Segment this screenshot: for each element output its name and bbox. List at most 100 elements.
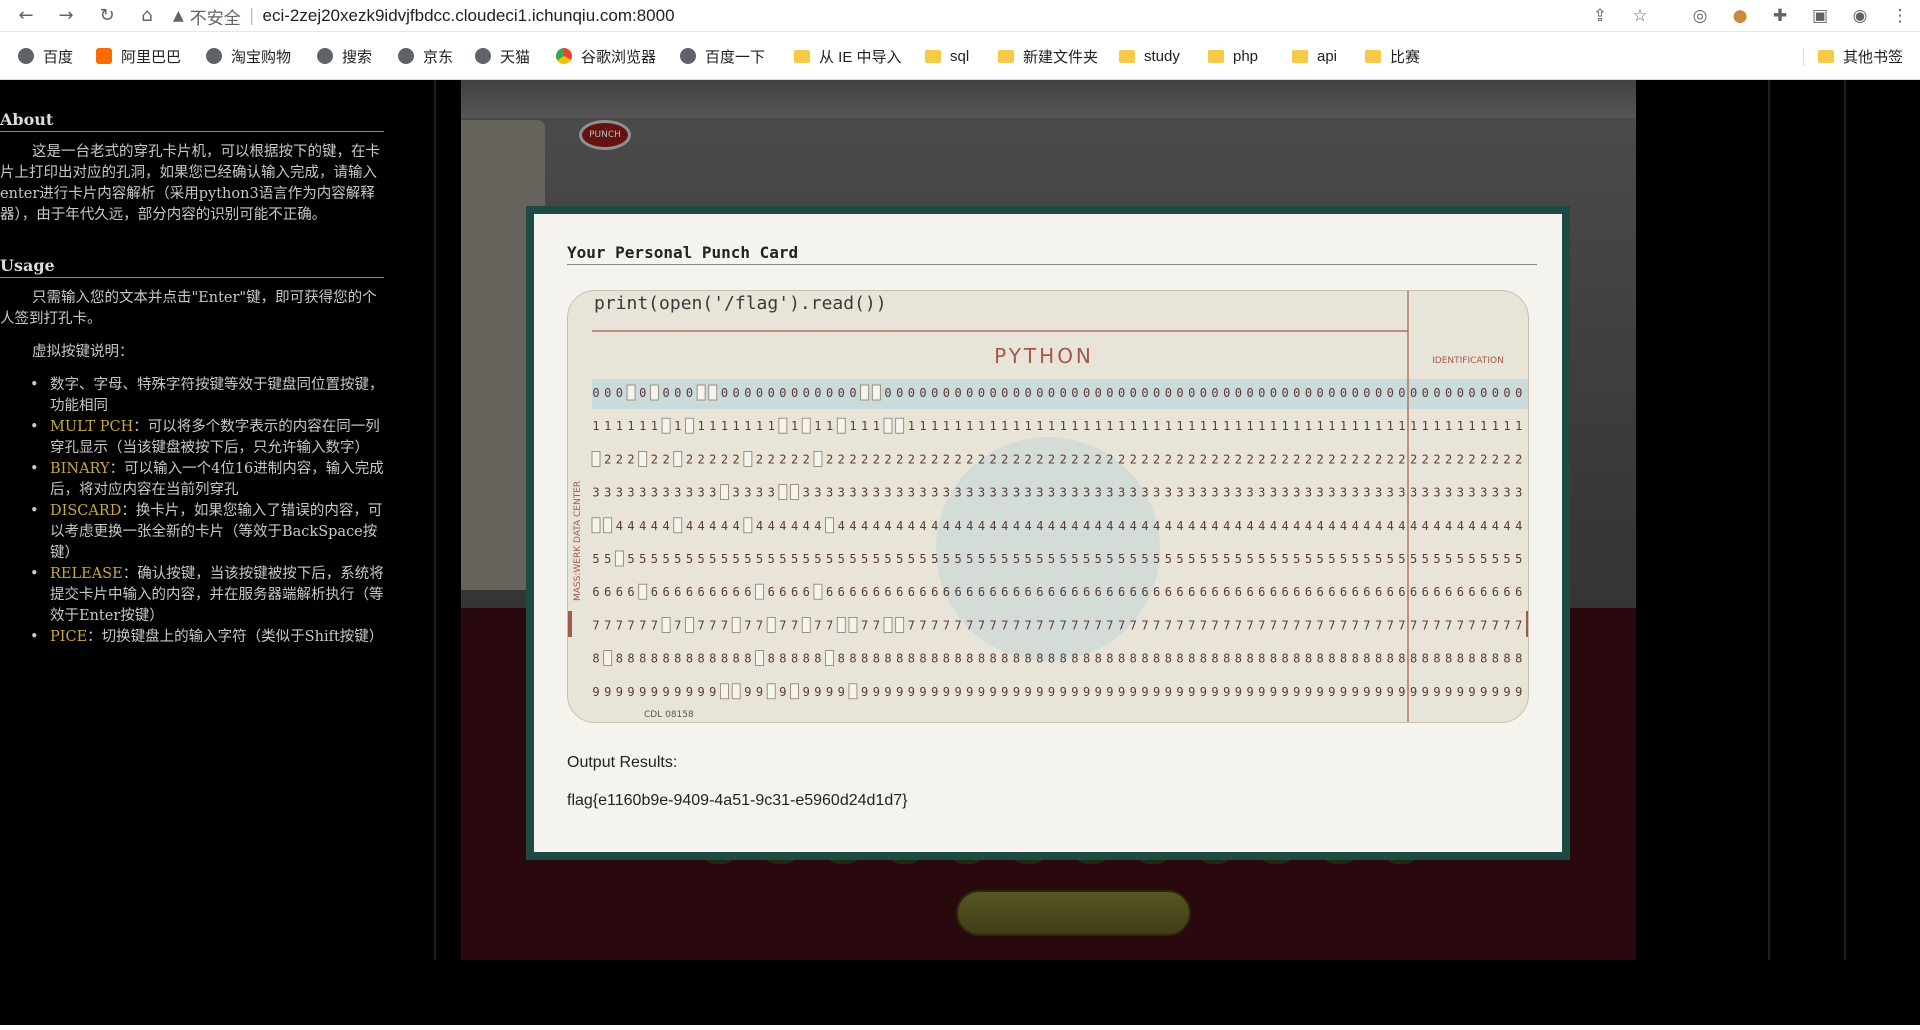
bookmark-6[interactable]: 谷歌浏览器 [556,40,656,72]
card-digit: 9 [686,685,693,699]
card-digit: 6 [627,585,634,599]
star-icon[interactable]: ☆ [1620,6,1660,26]
bookmark-8[interactable]: 从 IE 中导入 [794,40,902,72]
card-digit: 7 [1048,618,1055,632]
card-digit: 3 [768,486,775,500]
card-digit: 7 [1340,618,1347,632]
card-digit: 8 [1060,652,1067,666]
card-digit: 0 [908,386,915,400]
bookmark-1[interactable]: 阿里巴巴 [96,40,181,72]
card-digit: 3 [1468,486,1475,500]
card-digit: 8 [1387,652,1394,666]
forward-icon[interactable]: → [54,4,78,28]
card-digit: 0 [814,386,821,400]
card-digit: 3 [1153,486,1160,500]
card-digit: 3 [756,486,763,500]
profile-icon[interactable]: ◉ [1840,6,1880,26]
card-digit: 8 [884,652,891,666]
bookmark-14[interactable]: 比赛 [1365,40,1420,72]
reload-icon[interactable]: ↻ [95,4,119,28]
bookmark-5[interactable]: 天猫 [475,40,530,72]
keys-intro: 虚拟按键说明： [32,344,134,360]
extension-circle-icon[interactable]: ◎ [1680,6,1720,26]
card-digit: 6 [1095,585,1102,599]
card-digit: 9 [1258,685,1265,699]
card-digit: 9 [919,685,926,699]
puzzle-icon[interactable]: ✚ [1760,6,1800,26]
menu-icon[interactable]: ⋮ [1880,6,1920,26]
bookmark-10[interactable]: 新建文件夹 [998,40,1098,72]
card-hole [790,683,799,700]
card-identification: IDENTIFICATION [1432,356,1504,366]
card-digit: 2 [1457,452,1464,466]
card-digit: 9 [1305,685,1312,699]
card-digit: 5 [1200,552,1207,566]
card-digit: 3 [943,486,950,500]
card-digit: 1 [943,419,950,433]
card-digit: 5 [1223,552,1230,566]
card-digit: 1 [908,419,915,433]
card-digit: 5 [1293,552,1300,566]
about-text: 这是一台老式的穿孔卡片机，可以根据按下的键，在卡片上打印出对应的孔洞，如果您已经… [0,144,380,223]
card-digit: 8 [803,652,810,666]
card-digit: 5 [744,552,751,566]
bookmark-7[interactable]: 百度一下 [680,40,765,72]
bookmark-4[interactable]: 京东 [398,40,453,72]
card-digit: 4 [814,519,821,533]
card-digit: 8 [1130,652,1137,666]
card-digit: 7 [1387,618,1394,632]
card-digit: 3 [744,486,751,500]
card-digit: 4 [1223,519,1230,533]
card-digit: 4 [896,519,903,533]
address-bar[interactable]: ▲ 不安全 | eci-2zej20xezk9idvjfbdcc.cloudec… [173,2,1648,30]
card-digit: 1 [966,419,973,433]
card-digit: 8 [966,652,973,666]
card-digit: 6 [1293,585,1300,599]
card-digit: 4 [919,519,926,533]
bookmark-9[interactable]: sql [925,40,969,72]
bookmark-15[interactable]: 其他书签 [1818,40,1903,72]
card-digit: 8 [686,652,693,666]
bookmark-12[interactable]: php [1208,40,1258,72]
card-digit: 5 [978,552,985,566]
bookmark-11[interactable]: study [1119,40,1180,72]
card-hole [638,450,648,467]
card-digit: 3 [1480,486,1487,500]
card-hole [638,583,648,600]
card-digit: 7 [1363,618,1370,632]
card-digit: 8 [1106,652,1113,666]
divider [1768,80,1770,960]
globe-icon [206,48,222,64]
card-digit: 5 [686,552,693,566]
card-digit: 8 [1480,652,1487,666]
card-digit: 6 [1375,585,1382,599]
card-digit: 8 [1282,652,1289,666]
cookie-icon[interactable]: ● [1720,6,1760,26]
url-text[interactable]: eci-2zej20xezk9idvjfbdcc.cloudeci1.ichun… [263,6,675,26]
card-digit: 3 [1176,486,1183,500]
card-digit: 7 [943,618,950,632]
bookmark-3[interactable]: 搜索 [317,40,372,72]
bookmark-13[interactable]: api [1292,40,1337,72]
card-digit: 7 [1515,618,1522,632]
sidepanel-icon[interactable]: ▣ [1800,6,1840,26]
card-digit: 6 [1165,585,1172,599]
bookmark-0[interactable]: 百度 [18,40,73,72]
bookmark-2[interactable]: 淘宝购物 [206,40,291,72]
card-hole [836,417,846,434]
card-hole [755,583,764,600]
key-description: RELEASE：确认按键，当该按键被按下后，系统将提交卡片中输入的内容，并在服务… [30,564,385,627]
home-icon[interactable]: ⌂ [135,4,159,28]
card-digit: 4 [1211,519,1218,533]
card-digit: 8 [698,652,705,666]
back-icon[interactable]: ← [14,4,38,28]
card-digit: 8 [1433,652,1440,666]
card-digit: 7 [1130,618,1137,632]
card-digit: 1 [1188,419,1195,433]
card-digit: 2 [1492,452,1499,466]
card-digit: 7 [873,618,880,632]
card-digit: 4 [1492,519,1499,533]
card-digit: 9 [1223,685,1230,699]
share-icon[interactable]: ⇪ [1580,6,1620,26]
card-digit: 3 [616,486,623,500]
